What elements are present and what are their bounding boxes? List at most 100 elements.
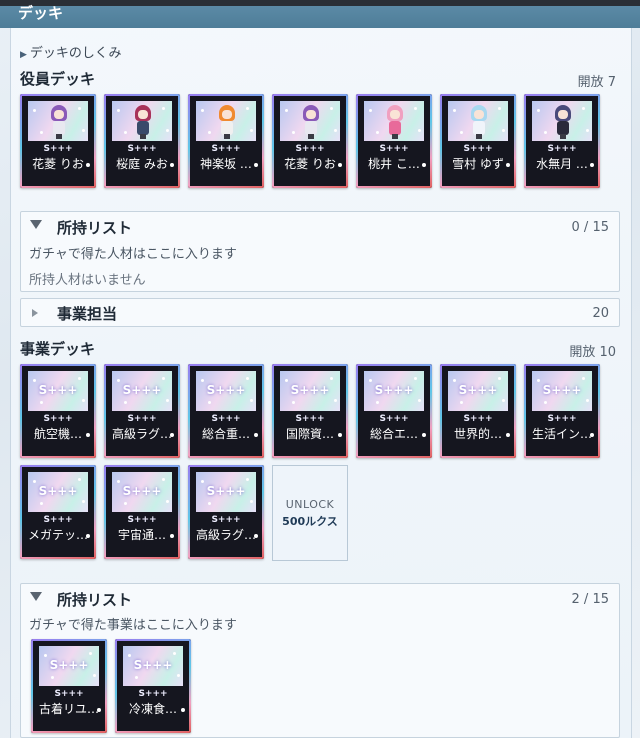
business-deck-row-2: S+++ S+++ メガテッ… S+++ S+++ 宇宙通… S+++ S+++ 高級ラグ… UN… (20, 465, 348, 561)
owned-talent-title[interactable]: 所持リスト (57, 217, 132, 238)
sparkle-icon (33, 109, 36, 112)
officer-card[interactable]: S+++ 桜庭 みお (104, 94, 180, 188)
sparkle-icon (544, 131, 547, 134)
unlock-cost: 500ルクス (282, 515, 338, 528)
sparkle-icon (414, 107, 417, 110)
dot-icon (422, 163, 426, 167)
card-name: 国際資… (285, 427, 334, 441)
dot-icon (506, 163, 510, 167)
sparkle-icon (586, 129, 589, 132)
sparkle-icon (460, 131, 463, 134)
business-card[interactable]: S+++ S+++ 国際資… (272, 364, 348, 458)
card-name: 世界的… (453, 427, 502, 441)
card-rank: S+++ (463, 414, 493, 424)
character-legs (224, 134, 230, 139)
character-legs (140, 134, 146, 139)
officer-deck-title: 役員デッキ (20, 70, 96, 88)
sparkle-icon (376, 401, 379, 404)
character-face (54, 110, 64, 119)
character-outfit (557, 121, 569, 135)
sparkle-icon (33, 379, 36, 382)
owned-business-title[interactable]: 所持リスト (57, 589, 132, 610)
sparkle-icon (250, 500, 253, 503)
character-icon (470, 105, 488, 139)
unlock-label: UNLOCK (285, 498, 335, 511)
officer-card[interactable]: S+++ 雪村 ゆず (440, 94, 516, 188)
dot-icon (338, 163, 342, 167)
dot-icon (86, 433, 90, 437)
business-card[interactable]: S+++ S+++ メガテッ… (20, 465, 96, 559)
collapse-triangle-icon[interactable] (30, 592, 42, 601)
expand-triangle-icon[interactable] (32, 309, 38, 317)
character-face (390, 110, 400, 119)
sparkle-icon (89, 652, 92, 655)
card-name: 水無月 … (536, 157, 588, 171)
business-card[interactable]: S+++ S+++ 高級ラグ… (104, 364, 180, 458)
officer-card[interactable]: S+++ 花菱 りお (272, 94, 348, 188)
business-art-rank: S+++ (38, 383, 78, 397)
business-card[interactable]: S+++ S+++ 世界的… (440, 364, 516, 458)
character-icon (554, 105, 572, 139)
officer-card[interactable]: S+++ 桃井 こ… (356, 94, 432, 188)
business-art: S+++ (448, 371, 508, 411)
sparkle-icon (124, 401, 127, 404)
sparkle-icon (418, 129, 421, 132)
business-card[interactable]: S+++ S+++ 宇宙通… (104, 465, 180, 559)
business-deck-row-1: S+++ S+++ 航空機… S+++ S+++ 高級ラグ… S+++ S+++ 総合重… S++… (20, 364, 600, 458)
business-card[interactable]: S+++ S+++ 総合重… (188, 364, 264, 458)
dot-icon (181, 708, 185, 712)
character-outfit (305, 121, 317, 135)
business-card[interactable]: S+++ S+++ 航空機… (20, 364, 96, 458)
deck-howto-link[interactable]: ▶ デッキのしくみ (20, 42, 121, 61)
character-icon (134, 105, 152, 139)
sparkle-icon (78, 478, 81, 481)
card-name: 神楽坂 … (200, 157, 252, 171)
sparkle-icon (376, 131, 379, 134)
sparkle-icon (285, 379, 288, 382)
officer-card[interactable]: S+++ 花菱 りお (20, 94, 96, 188)
sparkle-icon (82, 399, 85, 402)
card-rank: S+++ (43, 414, 73, 424)
play-triangle-icon: ▶ (20, 50, 27, 60)
business-card[interactable]: S+++ S+++ 冷凍食… (115, 639, 191, 733)
officer-card[interactable]: S+++ 神楽坂 … (188, 94, 264, 188)
deck-howto-label: デッキのしくみ (29, 46, 122, 61)
officer-card[interactable]: S+++ 水無月 … (524, 94, 600, 188)
character-legs (392, 134, 398, 139)
business-art: S+++ (112, 371, 172, 411)
character-legs (476, 134, 482, 139)
collapse-triangle-icon[interactable] (30, 220, 42, 229)
unlock-slot-button[interactable]: UNLOCK 500ルクス (272, 465, 348, 561)
business-art: S+++ (532, 371, 592, 411)
business-art: S+++ (280, 371, 340, 411)
dot-icon (422, 433, 426, 437)
sparkle-icon (51, 676, 54, 679)
sparkle-icon (246, 107, 249, 110)
business-art-rank: S+++ (206, 383, 246, 397)
card-rank: S+++ (295, 144, 325, 154)
business-card[interactable]: S+++ S+++ 生活イン… (524, 364, 600, 458)
sparkle-icon (82, 129, 85, 132)
dot-icon (86, 163, 90, 167)
business-art: S+++ (112, 472, 172, 512)
business-card[interactable]: S+++ S+++ 古着リユ… (31, 639, 107, 733)
card-rank: S+++ (43, 515, 73, 525)
character-face (138, 110, 148, 119)
dot-icon (590, 163, 594, 167)
business-manager-title[interactable]: 事業担当 (57, 303, 117, 324)
business-card[interactable]: S+++ S+++ 総合エ… (356, 364, 432, 458)
sparkle-icon (582, 377, 585, 380)
business-art-rank: S+++ (122, 383, 162, 397)
business-deck-open-count: 開放 10 (569, 345, 616, 360)
character-legs (308, 134, 314, 139)
business-card[interactable]: S+++ S+++ 高級ラグ… (188, 465, 264, 559)
sparkle-icon (40, 401, 43, 404)
sparkle-icon (246, 478, 249, 481)
card-name: 花菱 りお (32, 157, 84, 171)
dot-icon (506, 433, 510, 437)
business-art: S+++ (28, 472, 88, 512)
card-rank: S+++ (547, 414, 577, 424)
dot-icon (170, 433, 174, 437)
business-manager-section[interactable]: 事業担当 20 (20, 298, 620, 327)
character-icon (50, 105, 68, 139)
